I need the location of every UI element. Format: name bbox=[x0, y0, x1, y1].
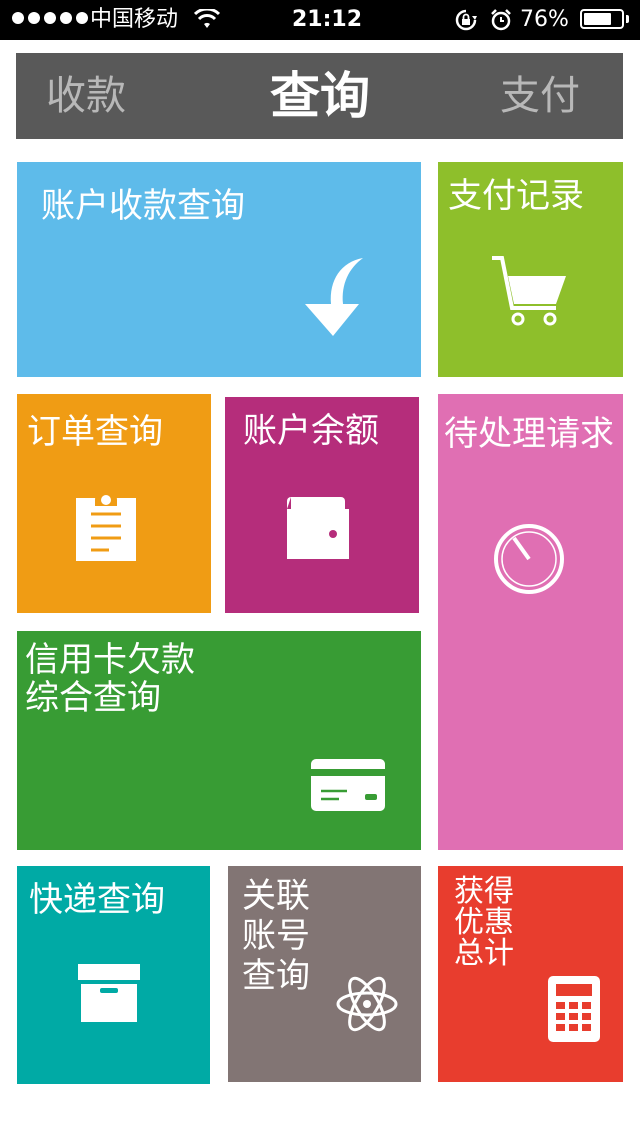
tile-label: 订单查询 bbox=[27, 412, 163, 452]
tile-label: 待处理请求 bbox=[444, 414, 614, 454]
shopping-cart-icon bbox=[492, 256, 566, 326]
alarm-icon bbox=[491, 9, 511, 31]
tile-account-balance[interactable]: 账户余额 bbox=[225, 397, 419, 613]
tile-label: 获得 优惠 总计 bbox=[454, 874, 514, 971]
tile-label: 关联 账号 查询 bbox=[242, 876, 310, 996]
status-bar: 中国移动 21:12 76% bbox=[0, 0, 640, 40]
calculator-icon bbox=[548, 976, 600, 1042]
tile-order-query[interactable]: 订单查询 bbox=[17, 394, 211, 613]
segment-control: 收款 查询 支付 bbox=[16, 53, 623, 139]
arrow-down-icon bbox=[305, 258, 363, 336]
carrier-name: 中国移动 bbox=[90, 7, 179, 32]
tile-discounts-total[interactable]: 获得 优惠 总计 bbox=[438, 866, 623, 1082]
tile-payment-records[interactable]: 支付记录 bbox=[438, 162, 623, 377]
credit-card-icon bbox=[311, 759, 385, 811]
battery-icon bbox=[580, 9, 624, 29]
atom-icon bbox=[336, 976, 398, 1032]
tile-label: 快递查询 bbox=[29, 880, 165, 920]
clipboard-icon bbox=[76, 492, 136, 561]
tile-express-query[interactable]: 快递查询 bbox=[17, 866, 210, 1084]
tile-linked-accounts-query[interactable]: 关联 账号 查询 bbox=[228, 866, 421, 1082]
tile-label: 支付记录 bbox=[448, 176, 584, 216]
tile-account-receipt-query[interactable]: 账户收款查询 bbox=[17, 162, 421, 377]
wallet-icon bbox=[287, 497, 349, 559]
segment-pay[interactable]: 支付 bbox=[500, 53, 580, 139]
timer-icon bbox=[494, 524, 564, 594]
rotation-lock-icon bbox=[455, 9, 477, 31]
tile-credit-card-query[interactable]: 信用卡欠款 综合查询 bbox=[17, 631, 421, 850]
tile-label: 信用卡欠款 综合查询 bbox=[25, 640, 195, 718]
battery-percent: 76% bbox=[520, 7, 569, 32]
box-icon bbox=[78, 964, 140, 1022]
signal-dots-icon bbox=[12, 12, 88, 24]
clock-time: 21:12 bbox=[292, 7, 363, 32]
segment-receive[interactable]: 收款 bbox=[46, 53, 126, 139]
wifi-icon bbox=[194, 9, 220, 28]
segment-query[interactable]: 查询 bbox=[270, 53, 370, 139]
tile-label: 账户余额 bbox=[243, 411, 379, 451]
tile-label: 账户收款查询 bbox=[41, 186, 245, 226]
tile-pending-requests[interactable]: 待处理请求 bbox=[438, 394, 623, 850]
